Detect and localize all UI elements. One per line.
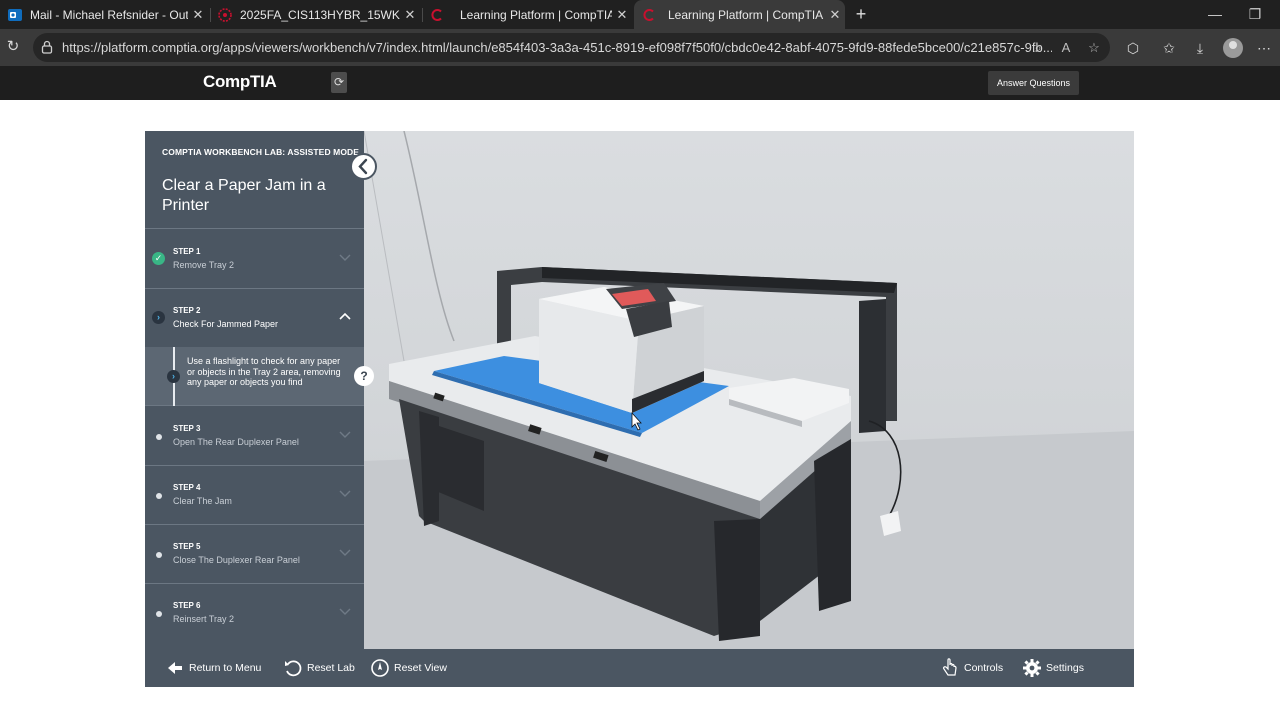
reset-view-button[interactable]: Reset View: [370, 649, 447, 687]
browser-tab-comptia[interactable]: Learning Platform | CompTIA ✕: [422, 0, 632, 29]
return-to-menu-label: Return to Menu: [189, 662, 262, 674]
comptia-icon: [431, 8, 442, 21]
url-text[interactable]: https://platform.comptia.org/apps/viewer…: [62, 40, 1052, 55]
lab-3d-viewport[interactable]: [364, 131, 1134, 649]
extensions-icon[interactable]: ⬡: [1123, 38, 1143, 58]
step-number: STEP 4: [173, 483, 201, 492]
step-name: Open The Rear Duplexer Panel: [173, 437, 299, 447]
steps-sidebar: COMPTIA WORKBENCH LAB: ASSISTED MODE Cle…: [145, 131, 364, 649]
task-arrow-icon: ›: [167, 370, 180, 383]
step-3[interactable]: STEP 3 Open The Rear Duplexer Panel: [145, 407, 364, 466]
reset-view-label: Reset View: [394, 662, 447, 674]
current-task: › Use a flashlight to check for any pape…: [145, 347, 364, 406]
pending-dot-icon: [156, 434, 162, 440]
step-number: STEP 1: [173, 247, 201, 256]
close-tab-icon[interactable]: ✕: [825, 7, 845, 23]
controls-label: Controls: [964, 662, 1004, 674]
workbench-lab: COMPTIA WORKBENCH LAB: ASSISTED MODE Cle…: [145, 131, 1134, 687]
refresh-lab-icon[interactable]: ⟳: [331, 72, 347, 93]
answer-questions-button[interactable]: Answer Questions: [988, 71, 1079, 95]
tab-title: 2025FA_CIS113HYBR_15WK IT Ha: [240, 7, 400, 22]
chevron-up-icon[interactable]: [338, 309, 352, 323]
step-number: STEP 5: [173, 542, 201, 551]
restore-window-icon[interactable]: ❐: [1240, 4, 1270, 24]
task-text: Use a flashlight to check for any paper …: [187, 356, 341, 387]
step-name: Clear The Jam: [173, 496, 232, 506]
settings-button[interactable]: Settings: [1022, 649, 1084, 687]
lab-header: COMPTIA WORKBENCH LAB: ASSISTED MODE Cle…: [145, 131, 364, 229]
step-2[interactable]: › STEP 2 Check For Jammed Paper: [145, 289, 364, 348]
step-name: Close The Duplexer Rear Panel: [173, 555, 300, 565]
downloads-icon[interactable]: ⤓: [1190, 38, 1210, 58]
favorite-star-icon[interactable]: ☆: [1085, 39, 1103, 57]
course-icon: [218, 7, 232, 22]
close-tab-icon[interactable]: ✕: [188, 7, 208, 23]
settings-label: Settings: [1046, 662, 1084, 674]
step-5[interactable]: STEP 5 Close The Duplexer Rear Panel: [145, 525, 364, 584]
controls-button[interactable]: Controls: [940, 649, 1003, 687]
step-number: STEP 2: [173, 306, 201, 315]
browser-tab-outlook[interactable]: Mail - Michael Refsnider - Outlook ✕: [0, 0, 208, 29]
help-icon[interactable]: ?: [354, 366, 374, 386]
pending-dot-icon: [156, 611, 162, 617]
zoom-icon[interactable]: ⌕: [1029, 39, 1047, 57]
pending-dot-icon: [156, 552, 162, 558]
tab-title: Learning Platform | CompTIA: [460, 7, 612, 22]
chevron-left-icon: [358, 158, 368, 175]
step-number: STEP 3: [173, 424, 201, 433]
close-tab-icon[interactable]: ✕: [612, 7, 632, 23]
profile-avatar[interactable]: [1223, 38, 1243, 58]
workbench-scene[interactable]: [364, 131, 1134, 649]
lock-icon[interactable]: [41, 40, 53, 54]
step-6[interactable]: STEP 6 Reinsert Tray 2: [145, 584, 364, 643]
chevron-down-icon[interactable]: [338, 545, 352, 559]
browser-toolbar: ↻ https://platform.comptia.org/apps/view…: [0, 29, 1280, 66]
step-number: STEP 6: [173, 601, 201, 610]
step-name: Reinsert Tray 2: [173, 614, 235, 624]
chevron-down-icon[interactable]: [338, 604, 352, 618]
minimize-window-icon[interactable]: —: [1200, 4, 1230, 24]
chevron-down-icon[interactable]: [338, 427, 352, 441]
step-1[interactable]: ✓ STEP 1 Remove Tray 2: [145, 230, 364, 289]
compass-icon: [371, 659, 389, 677]
gear-icon: [1023, 659, 1041, 677]
reload-icon[interactable]: ↻: [4, 38, 22, 56]
reset-icon: [285, 660, 302, 677]
reset-lab-label: Reset Lab: [307, 662, 355, 674]
reset-lab-button[interactable]: Reset Lab: [283, 649, 355, 687]
browser-tab-comptia-active[interactable]: Learning Platform | CompTIA ✕: [634, 0, 845, 29]
address-bar[interactable]: https://platform.comptia.org/apps/viewer…: [33, 33, 1110, 62]
browser-tab-bar: Mail - Michael Refsnider - Outlook ✕ 202…: [0, 0, 1280, 29]
chevron-down-icon[interactable]: [338, 250, 352, 264]
step-4[interactable]: STEP 4 Clear The Jam: [145, 466, 364, 525]
chevron-down-icon[interactable]: [338, 486, 352, 500]
return-to-menu-button[interactable]: Return to Menu: [165, 649, 261, 687]
tab-title: Mail - Michael Refsnider - Outlook: [30, 7, 188, 22]
lab-mode-label: COMPTIA WORKBENCH LAB: ASSISTED MODE: [162, 147, 360, 157]
close-tab-icon[interactable]: ✕: [400, 7, 420, 23]
hand-pointer-icon: [943, 658, 957, 676]
browser-tab-course[interactable]: 2025FA_CIS113HYBR_15WK IT Ha ✕: [210, 0, 420, 29]
collapse-sidebar-button[interactable]: [350, 153, 377, 180]
lab-bottom-toolbar: Return to Menu Reset Lab Reset View Cont…: [145, 649, 1134, 687]
app-header: CompTIA ⟳ Answer Questions: [0, 66, 1280, 100]
read-aloud-icon[interactable]: A: [1057, 39, 1075, 57]
favorites-icon[interactable]: ✩: [1159, 38, 1179, 58]
step-name: Check For Jammed Paper: [173, 319, 279, 329]
tab-title: Learning Platform | CompTIA: [668, 7, 824, 22]
current-step-icon: ›: [152, 311, 165, 324]
step-name: Remove Tray 2: [173, 260, 235, 270]
comptia-logo: CompTIA: [203, 72, 277, 91]
lab-title: Clear a Paper Jam in a Printer: [162, 177, 326, 214]
pending-dot-icon: [156, 493, 162, 499]
outlook-icon: [8, 8, 22, 21]
new-tab-button[interactable]: +: [850, 4, 872, 24]
more-menu-icon[interactable]: ⋯: [1254, 38, 1274, 58]
check-icon: ✓: [152, 252, 165, 265]
comptia-icon: [643, 8, 654, 21]
return-arrow-icon: [168, 662, 182, 674]
